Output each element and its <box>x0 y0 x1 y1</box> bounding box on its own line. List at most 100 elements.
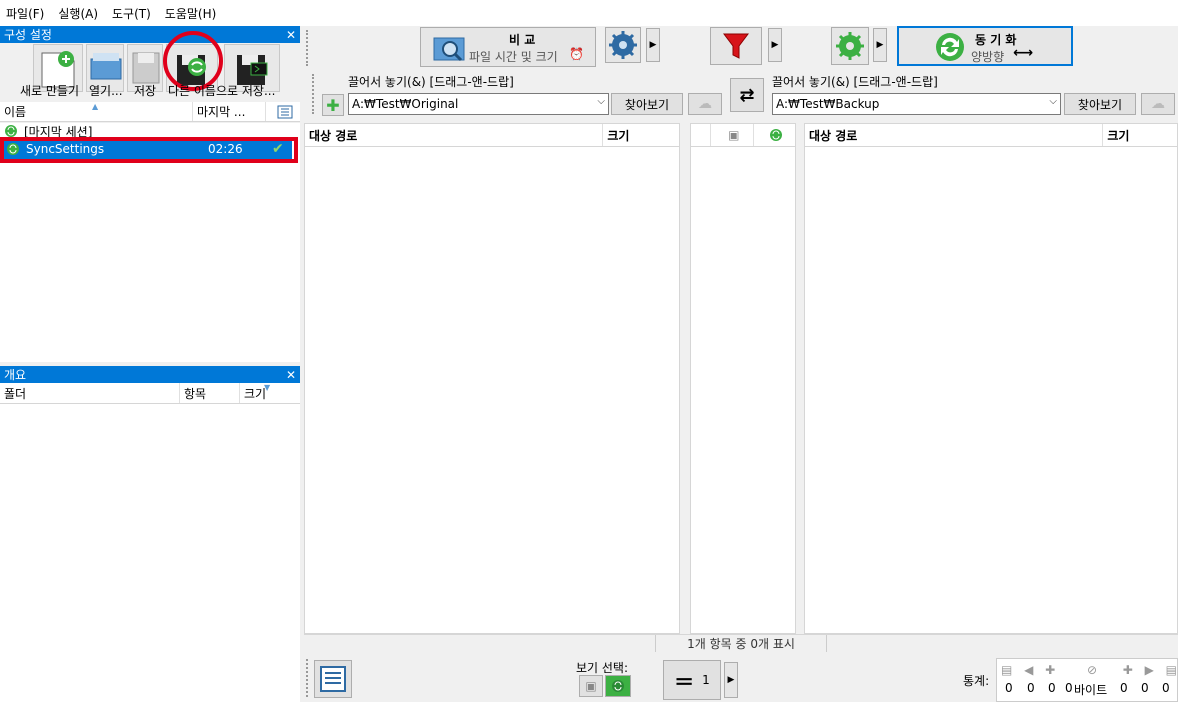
right-path-value: A:₩Test₩Backup <box>776 97 880 111</box>
compare-settings-button[interactable] <box>605 27 641 63</box>
add-folder-pair-button[interactable]: ✚ <box>322 94 344 116</box>
sort-up-icon: ▲ <box>92 102 99 111</box>
view-config-button[interactable] <box>314 660 352 698</box>
left-browse-button[interactable]: 찾아보기 <box>611 93 683 115</box>
left-col-size[interactable]: 크기 <box>603 124 679 146</box>
menu-tools[interactable]: 도구(T) <box>112 5 151 22</box>
chevron-right-icon: ▶ <box>876 40 884 50</box>
right-cloud-button[interactable]: ☁ <box>1141 93 1175 115</box>
right-col-path-text: 대상 경로 <box>809 128 858 143</box>
middle-col-action[interactable] <box>754 124 795 146</box>
plus-icon: ✚ <box>326 95 340 115</box>
left-dragdrop-label: 끌어서 놓기(&) [드래그-앤-드랍] <box>348 75 514 89</box>
overview-title-text: 개요 <box>4 368 27 382</box>
chevron-right-icon: ▶ <box>771 40 779 50</box>
view-select-label: 보기 선택: <box>576 661 629 675</box>
overview-panel-title: 개요 ✕ <box>0 366 300 383</box>
sync-dropdown-button[interactable]: ▶ <box>873 28 887 62</box>
save-as-label: 다른 이름으로 저장... <box>168 84 276 98</box>
create-left-icon: ▤ <box>1001 663 1013 677</box>
left-path-input[interactable]: A:₩Test₩Original ⌵ <box>348 93 609 115</box>
toolbar-grip[interactable] <box>306 30 310 66</box>
col-name-text: 이름 <box>4 105 27 119</box>
status-bar: 1개 항목 중 0개 표시 <box>304 634 1178 652</box>
left-path-value: A:₩Test₩Original <box>352 97 459 111</box>
col-size-text: 크기 <box>244 386 267 401</box>
compare-dropdown-button[interactable]: ▶ <box>646 28 660 62</box>
right-grid: 대상 경로 크기 <box>804 123 1178 634</box>
filter-button[interactable] <box>710 27 762 65</box>
right-col-path[interactable]: 대상 경로 <box>805 124 1104 146</box>
right-browse-button[interactable]: 찾아보기 <box>1064 93 1136 115</box>
folder-grip[interactable] <box>312 74 316 114</box>
stats-box: ▤ ◀ ✚ ⊘ ✚ ▶ ▤ 0 0 0 0 바이트 0 0 0 <box>996 658 1178 702</box>
bottom-grip[interactable] <box>306 659 310 697</box>
config-list: [마지막 세션] SyncSettings 02:26 ✔ <box>0 123 300 362</box>
compare-magnifier-icon <box>433 37 465 62</box>
delete-icon: ⊘ <box>1086 663 1097 677</box>
sync-icon <box>770 129 783 141</box>
left-cloud-button[interactable]: ☁ <box>688 93 722 115</box>
gear-icon <box>836 32 864 60</box>
stats-label: 통계: <box>963 674 990 688</box>
close-icon[interactable]: ✕ <box>286 368 296 382</box>
cloud-icon: ☁ <box>698 96 712 112</box>
col-size[interactable]: 크기 ▼ <box>240 383 300 403</box>
middle-col-category[interactable]: ▣ <box>711 124 754 146</box>
filter-dropdown-button[interactable]: ▶ <box>768 28 782 62</box>
both-ways-arrow-icon: ⟷ <box>1013 45 1034 61</box>
equal-filter-button[interactable]: ＝ 1 <box>663 660 721 700</box>
menu-help[interactable]: 도움말(H) <box>165 5 217 22</box>
synchronize-button[interactable]: 동 기 화 양방향 ⟷ <box>897 26 1073 66</box>
equal-icon: ＝ <box>674 669 695 694</box>
status-left <box>304 635 656 652</box>
cloud-icon: ☁ <box>1151 96 1165 112</box>
col-items-text: 항목 <box>184 386 207 401</box>
chevron-right-icon: ▶ <box>649 40 657 50</box>
col-name[interactable]: 이름 ▲ <box>0 102 193 121</box>
sync-title: 동 기 화 <box>975 33 1017 47</box>
stat-value: 0 <box>1005 681 1013 695</box>
clock-icon: ⏰ <box>569 47 584 61</box>
open-label: 열기... <box>89 84 123 98</box>
menu-file[interactable]: 파일(F) <box>6 5 44 22</box>
right-col-size[interactable]: 크기 <box>1103 124 1177 146</box>
menu-run[interactable]: 실행(A) <box>58 5 98 22</box>
filter-more-button[interactable]: ▶ <box>724 662 738 698</box>
left-col-path-text: 대상 경로 <box>309 128 358 143</box>
compare-sub: 파일 시간 및 크기 <box>469 50 558 64</box>
list-options-icon[interactable] <box>266 102 300 121</box>
config-panel-title: 구성 설정 ✕ <box>0 26 300 43</box>
chevron-down-icon[interactable]: ⌵ <box>1049 96 1057 107</box>
left-grid: 대상 경로 크기 <box>304 123 680 634</box>
right-path-input[interactable]: A:₩Test₩Backup ⌵ <box>772 93 1061 115</box>
close-icon[interactable]: ✕ <box>286 28 296 42</box>
compare-button[interactable]: 비 교 파일 시간 및 크기 ⏰ <box>420 27 596 67</box>
left-col-size-text: 크기 <box>607 128 630 143</box>
col-folder[interactable]: 폴더 <box>0 383 180 403</box>
view-category-button[interactable]: ▣ <box>579 675 603 697</box>
stat-value: 0 <box>1120 681 1128 695</box>
sync-settings-button[interactable] <box>831 27 869 65</box>
stat-value: 0 <box>1048 681 1056 695</box>
create-left-plus-icon: ✚ <box>1045 663 1056 677</box>
chevron-down-icon[interactable]: ⌵ <box>597 96 605 107</box>
stats-icons: ▤ ◀ ✚ ⊘ ✚ ▶ ▤ <box>1001 663 1177 677</box>
col-last[interactable]: 마지막 ... <box>193 102 266 121</box>
create-right-plus-icon: ✚ <box>1122 663 1133 677</box>
view-action-button[interactable] <box>605 675 631 697</box>
sync-arrows-icon <box>936 33 964 61</box>
middle-col-checkbox[interactable] <box>691 124 711 146</box>
config-list-header: 이름 ▲ 마지막 ... <box>0 102 300 122</box>
overview-header: 폴더 항목 크기 ▼ <box>0 383 300 404</box>
swap-sides-button[interactable]: ⇄ <box>730 78 764 112</box>
middle-grid: ▣ <box>690 123 796 634</box>
middle-grid-header: ▣ <box>691 124 795 147</box>
right-browse-label: 찾아보기 <box>1077 97 1123 112</box>
left-col-path[interactable]: 대상 경로 <box>305 124 604 146</box>
sort-down-icon: ▼ <box>264 383 271 392</box>
config-panel-title-text: 구성 설정 <box>4 28 52 42</box>
col-items[interactable]: 항목 <box>180 383 240 403</box>
category-icon: ▣ <box>585 679 597 693</box>
right-col-size-text: 크기 <box>1107 128 1130 143</box>
